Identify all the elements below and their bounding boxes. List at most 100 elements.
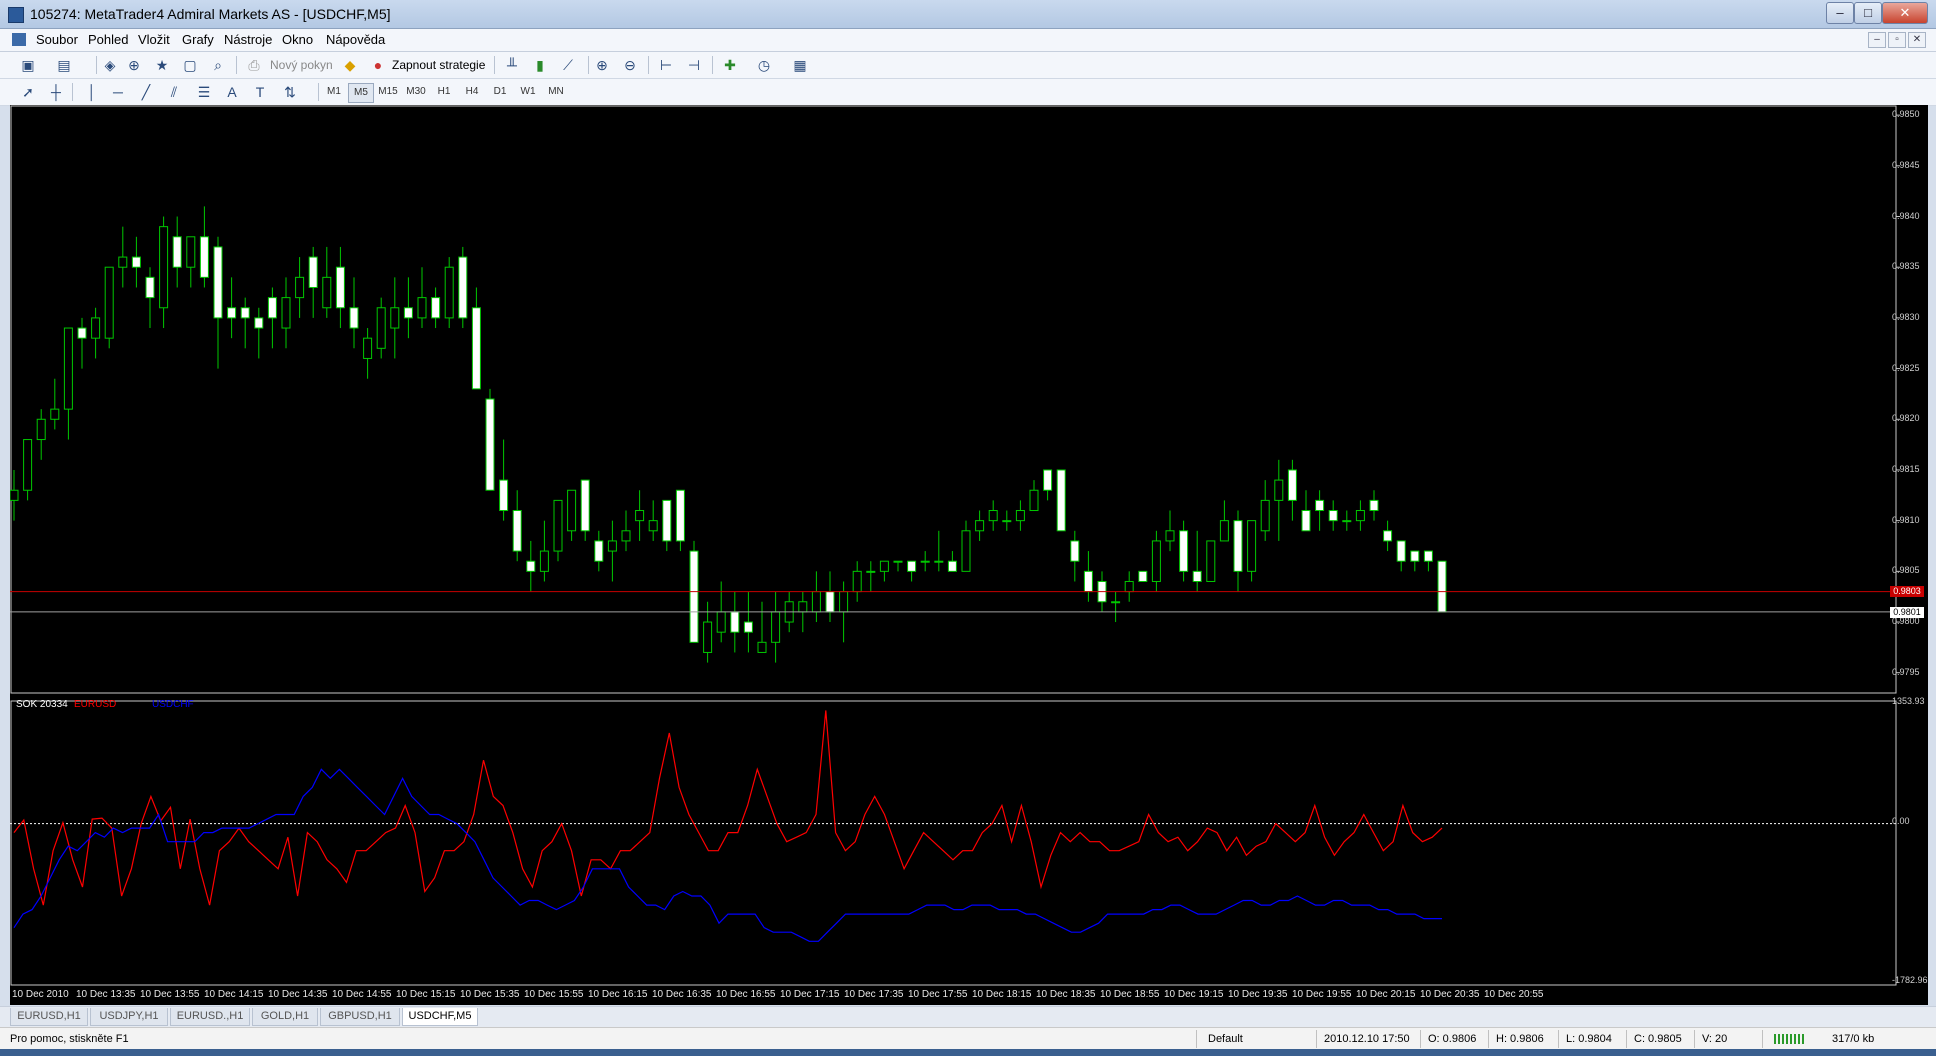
timeframe-w1[interactable]: W1 (516, 83, 540, 101)
menu-help[interactable]: Nápověda (326, 32, 385, 47)
menu-window[interactable]: Okno (282, 32, 313, 47)
indicators-icon[interactable]: ✚ (720, 55, 740, 75)
candle-bear (1369, 499, 1379, 512)
market-watch-icon[interactable]: ◈ (100, 55, 120, 75)
new-chart-icon[interactable]: ▣ (18, 55, 38, 75)
templates-icon[interactable]: ▦ (790, 55, 810, 75)
expert-advisors-button[interactable]: Zapnout strategie (392, 58, 485, 72)
timeframe-d1[interactable]: D1 (488, 83, 512, 101)
timeframe-mn[interactable]: MN (544, 83, 568, 101)
timeframe-m30[interactable]: M30 (404, 83, 428, 101)
terminal-icon[interactable]: ▢ (180, 55, 200, 75)
tab-eurusd-dot-h1[interactable]: EURUSD.,H1 (170, 1008, 250, 1026)
mdi-minimize-button[interactable]: – (1868, 32, 1886, 48)
toolbar-separator (318, 83, 319, 101)
status-separator (1558, 1030, 1559, 1048)
candle-bear (458, 256, 468, 319)
price-tick-label: 0.9850 (1892, 109, 1920, 120)
candle-bull (1355, 510, 1365, 522)
timeframe-m5[interactable]: M5 (348, 83, 374, 103)
vertical-line-icon[interactable]: │ (82, 82, 102, 102)
zoom-in-icon[interactable]: ⊕ (592, 55, 612, 75)
ask-price-label: 0.9803 (1890, 585, 1924, 597)
candle-bull (1206, 540, 1216, 582)
new-order-button[interactable]: Nový pokyn (270, 58, 333, 72)
candle-bull (975, 520, 985, 532)
menu-charts[interactable]: Grafy (182, 32, 214, 47)
profiles-icon[interactable]: ▤ (54, 55, 74, 75)
indicator-name: SOK 20334 (16, 699, 68, 710)
candle-bear (199, 236, 209, 278)
toolbar-separator (588, 56, 589, 74)
candle-bear (1315, 499, 1325, 512)
navigator-icon[interactable]: ★ (152, 55, 172, 75)
bar-chart-icon[interactable]: ╨ (502, 55, 522, 75)
tab-usdjpy-h1[interactable]: USDJPY,H1 (90, 1008, 168, 1026)
strategy-tester-icon[interactable]: ⌕ (208, 55, 228, 75)
equidistant-channel-icon[interactable]: ⫽ (164, 82, 184, 102)
time-tick-label: 10 Dec 17:55 (908, 989, 968, 1000)
window-title: 105274: MetaTrader4 Admiral Markets AS -… (30, 6, 391, 22)
taskbar (0, 1049, 1936, 1056)
timeframe-h4[interactable]: H4 (460, 83, 484, 101)
candle-bull (539, 550, 549, 572)
cursor-icon[interactable]: ➚ (18, 82, 38, 102)
candle-bull (444, 266, 454, 319)
chart-window[interactable] (10, 105, 1928, 1005)
tab-gold-h1[interactable]: GOLD,H1 (252, 1008, 318, 1026)
candle-bull (635, 510, 645, 522)
horizontal-line-icon[interactable]: ─ (108, 82, 128, 102)
candle-bear (431, 297, 441, 319)
status-separator (1316, 1030, 1317, 1048)
new-order-icon[interactable]: ⎙ (244, 55, 264, 75)
candle-bull (1260, 499, 1270, 532)
line-chart-icon[interactable]: ⟋ (558, 55, 578, 75)
arrows-icon[interactable]: ⇅ (280, 82, 300, 102)
tab-usdchf-m5[interactable]: USDCHF,M5 (402, 1008, 478, 1026)
mdi-close-button[interactable]: ✕ (1908, 32, 1926, 48)
text-icon[interactable]: A (222, 82, 242, 102)
candle-bear (1328, 510, 1338, 522)
candle-bear (227, 307, 237, 319)
line-studies-toolbar: ➚ ┼ │ ─ ╱ ⫽ ☰ A T ⇅ M1 M5 M15 M30 H1 H4 … (0, 79, 1936, 106)
candle-bull (1111, 601, 1121, 604)
minimize-button[interactable]: – (1826, 2, 1854, 24)
fibonacci-icon[interactable]: ☰ (194, 82, 214, 102)
timeframe-m15[interactable]: M15 (376, 83, 400, 101)
time-tick-label: 10 Dec 18:35 (1036, 989, 1096, 1000)
time-tick-label: 10 Dec 15:15 (396, 989, 456, 1000)
menu-view[interactable]: Pohled (88, 32, 128, 47)
crosshair-icon[interactable]: ┼ (46, 82, 66, 102)
time-tick-label: 10 Dec 13:35 (76, 989, 136, 1000)
periodicity-icon[interactable]: ◷ (754, 55, 774, 75)
time-tick-label: 10 Dec 2010 (12, 989, 69, 1000)
candle-bull (322, 276, 332, 309)
candle-bull (621, 530, 631, 542)
chart-shift-icon[interactable]: ⊣ (684, 55, 704, 75)
candle-bull (1219, 520, 1229, 542)
timeframe-h1[interactable]: H1 (432, 83, 456, 101)
timeframe-m1[interactable]: M1 (322, 83, 346, 101)
menu-tools[interactable]: Nástroje (224, 32, 272, 47)
candle-bear (145, 276, 155, 299)
maximize-button[interactable]: □ (1854, 2, 1882, 24)
price-chart[interactable] (10, 105, 1928, 1005)
tab-gbpusd-h1[interactable]: GBPUSD,H1 (320, 1008, 400, 1026)
mdi-restore-button[interactable]: ▫ (1888, 32, 1906, 48)
metaeditor-icon[interactable]: ◆ (340, 55, 360, 75)
tab-eurusd-h1[interactable]: EURUSD,H1 (10, 1008, 88, 1026)
close-button[interactable]: ✕ (1882, 2, 1928, 24)
candle-bull (1002, 520, 1012, 523)
auto-scroll-icon[interactable]: ⊢ (656, 55, 676, 75)
zoom-out-icon[interactable]: ⊖ (620, 55, 640, 75)
menu-insert[interactable]: Vložit (138, 32, 170, 47)
text-label-icon[interactable]: T (250, 82, 270, 102)
data-window-icon[interactable]: ⊕ (124, 55, 144, 75)
trendline-icon[interactable]: ╱ (136, 82, 156, 102)
bar-low: L: 0.9804 (1566, 1033, 1612, 1045)
expert-advisors-icon[interactable]: ● (368, 55, 388, 75)
candlesticks-icon[interactable]: ▮ (530, 55, 550, 75)
candle-bull (186, 236, 196, 268)
toolbar-separator (648, 56, 649, 74)
menu-file[interactable]: Soubor (36, 32, 78, 47)
